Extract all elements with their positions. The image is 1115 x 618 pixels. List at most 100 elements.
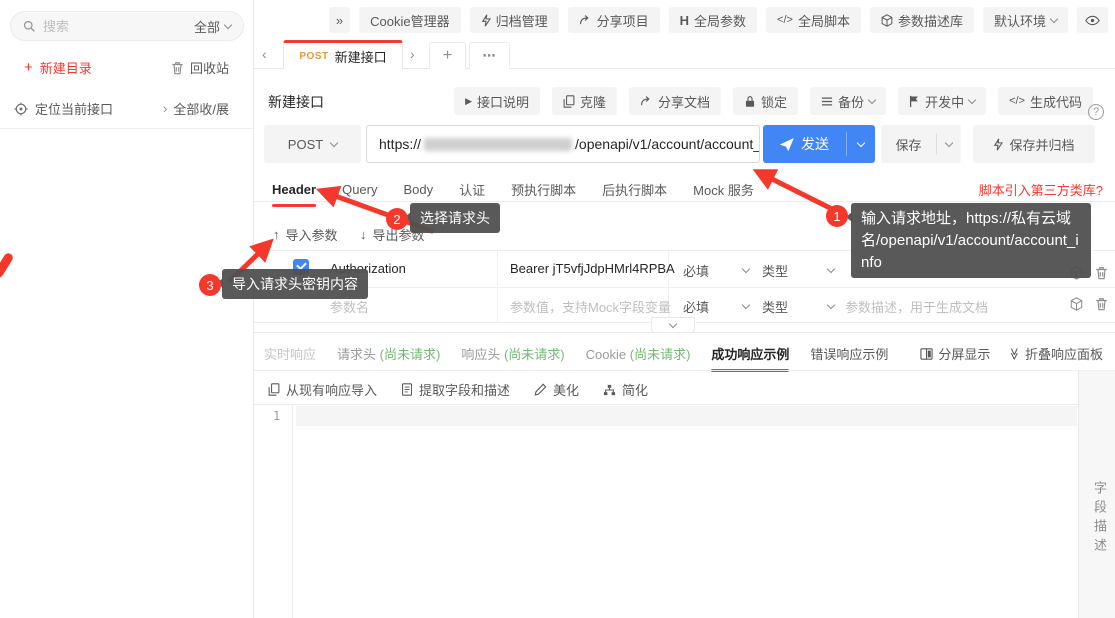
global-params-button[interactable]: H 全局参数	[669, 7, 757, 33]
new-tab-button[interactable]: +	[429, 42, 466, 69]
tab-pre-script[interactable]: 预执行脚本	[511, 180, 576, 209]
split-view-button[interactable]: 分屏显示	[920, 344, 990, 363]
flag-icon	[909, 95, 920, 108]
eye-toggle-button[interactable]	[1077, 7, 1108, 33]
generate-code-label: 生成代码	[1030, 92, 1082, 111]
tab-label: 错误响应示例	[810, 347, 888, 362]
collapse-request-panel-button[interactable]	[651, 317, 695, 333]
param-desc-input[interactable]: 参数描述，用于生成文档	[845, 297, 988, 316]
required-dropdown[interactable]: 必填	[683, 297, 749, 316]
tab-live-response[interactable]: 实时响应	[264, 344, 316, 372]
double-chevron-down-icon: ≫	[1008, 347, 1022, 360]
extract-fields-button[interactable]: 提取字段和描述	[401, 380, 510, 399]
tab-post-script[interactable]: 后执行脚本	[602, 180, 667, 209]
tab-scroll-left-button[interactable]: ‹	[262, 46, 267, 62]
tab-title: 新建接口	[335, 47, 387, 66]
annotation-arrow-1	[766, 176, 836, 211]
search-input[interactable]	[43, 19, 187, 34]
h-icon: H	[680, 13, 689, 28]
type-dropdown[interactable]: 类型	[762, 297, 834, 316]
toggle-all-button[interactable]: › 全部收/展	[163, 99, 229, 118]
help-icon[interactable]: ?	[1088, 104, 1104, 120]
trash-icon[interactable]	[1095, 297, 1108, 311]
code-icon: </>	[1009, 95, 1025, 107]
tab-label: 响应头	[461, 347, 500, 362]
tab-error-response-example[interactable]: 错误响应示例	[810, 344, 888, 372]
tab-more-button[interactable]: ⋯	[469, 42, 510, 69]
save-and-archive-button[interactable]: 保存并归档	[973, 125, 1095, 163]
save-button-group: 保存	[881, 125, 961, 163]
code-icon: </>	[777, 14, 793, 26]
chevron-down-icon	[742, 265, 750, 273]
plus-icon: +	[24, 59, 33, 76]
tab-request-headers[interactable]: 请求头 (尚未请求)	[337, 344, 440, 372]
cube-icon[interactable]	[1070, 297, 1083, 311]
param-value-input[interactable]: 参数值，支持Mock字段变量	[510, 297, 671, 316]
param-description-lib-button[interactable]: 参数描述库	[870, 7, 974, 33]
dev-status-label: 开发中	[925, 92, 964, 111]
required-dropdown[interactable]: 必填	[683, 261, 749, 280]
response-code-editor[interactable]	[296, 404, 1077, 618]
tab-scroll-right-button[interactable]: ›	[410, 46, 415, 62]
param-value-value[interactable]: Bearer jT5vfjJdpHMrl4RPBA	[510, 261, 675, 276]
save-button[interactable]: 保存	[881, 135, 936, 154]
tab-query[interactable]: Query	[342, 182, 377, 207]
sitemap-icon	[603, 384, 616, 396]
backup-dropdown[interactable]: 备份	[810, 87, 886, 115]
param-tabs: Header Query Body 认证 预执行脚本 后执行脚本 Mock 服务	[272, 180, 754, 209]
response-tab-actions: 分屏显示 ≫ 折叠响应面板	[920, 344, 1103, 363]
plus-icon: +	[443, 47, 452, 65]
archive-manager-button[interactable]: 归档管理	[470, 7, 559, 33]
annotation-badge-2: 2	[386, 208, 408, 230]
collapse-response-panel-button[interactable]: ≫ 折叠响应面板	[1008, 344, 1103, 363]
trash-icon[interactable]	[1095, 266, 1108, 280]
tab-header[interactable]: Header	[272, 182, 316, 207]
copy-icon	[563, 95, 575, 108]
param-name-input[interactable]: 参数名	[330, 297, 369, 316]
lock-button[interactable]: 锁定	[733, 87, 798, 115]
field-description-side-panel[interactable]: 字段描述	[1078, 371, 1115, 618]
import-from-response-button[interactable]: 从现有响应导入	[268, 380, 377, 399]
method-label: POST	[288, 137, 323, 152]
clone-button[interactable]: 克隆	[552, 87, 617, 115]
script-lib-link[interactable]: 脚本引入第三方类库?	[979, 180, 1103, 199]
tab-mock-service[interactable]: Mock 服务	[693, 180, 754, 209]
api-description-button[interactable]: ▶ 接口说明	[454, 87, 540, 115]
chevron-down-icon	[742, 301, 750, 309]
send-button[interactable]: 发送	[763, 134, 846, 154]
tab-cookie[interactable]: Cookie (尚未请求)	[586, 344, 691, 372]
share-project-button[interactable]: 分享项目	[568, 7, 660, 33]
arrow-up-icon: ↑	[273, 227, 280, 242]
search-scope-dropdown[interactable]: 全部	[194, 17, 231, 36]
recycle-bin-button[interactable]: 回收站	[171, 58, 229, 77]
chevron-down-icon	[827, 265, 835, 273]
url-input[interactable]: https:// /openapi/v1/account/account_inf…	[366, 125, 760, 163]
save-options-caret[interactable]	[937, 143, 961, 146]
generate-code-button[interactable]: </> 生成代码	[998, 87, 1093, 115]
method-dropdown[interactable]: POST	[264, 125, 361, 163]
environment-dropdown[interactable]: 默认环境	[983, 7, 1068, 33]
locate-current-api-button[interactable]: 定位当前接口	[14, 99, 113, 118]
type-dropdown[interactable]: 类型	[762, 261, 834, 280]
cookie-manager-button[interactable]: Cookie管理器	[359, 7, 460, 33]
new-folder-button[interactable]: + 新建目录	[24, 58, 92, 77]
share-doc-button[interactable]: 分享文档	[629, 87, 721, 115]
annotation-tooltip-1: 输入请求地址，https://私有云域名/openapi/v1/account/…	[851, 203, 1091, 278]
toolbar-collapse-button[interactable]: »	[329, 7, 350, 33]
global-script-button[interactable]: </> 全局脚本	[766, 7, 861, 33]
dev-status-dropdown[interactable]: 开发中	[898, 87, 986, 115]
tab-success-response-example[interactable]: 成功响应示例	[711, 344, 789, 372]
send-options-caret[interactable]	[847, 143, 875, 146]
tab-response-headers[interactable]: 响应头 (尚未请求)	[461, 344, 564, 372]
share-project-label: 分享项目	[597, 11, 649, 30]
beautify-button[interactable]: 美化	[534, 380, 579, 399]
lock-icon	[744, 95, 756, 108]
doc-header-actions: ▶ 接口说明 克隆 分享文档 锁定 备份 开发中 </> 生成代码	[454, 87, 1093, 115]
type-label: 类型	[762, 261, 788, 280]
simplify-button[interactable]: 简化	[603, 380, 648, 399]
import-params-button[interactable]: ↑ 导入参数	[273, 225, 338, 244]
tab-status-suffix: (尚未请求)	[380, 347, 441, 362]
search-box[interactable]: 全部	[10, 11, 244, 41]
tab-post-new-api[interactable]: POST 新建接口	[283, 40, 403, 69]
page-title: 新建接口	[268, 92, 324, 112]
